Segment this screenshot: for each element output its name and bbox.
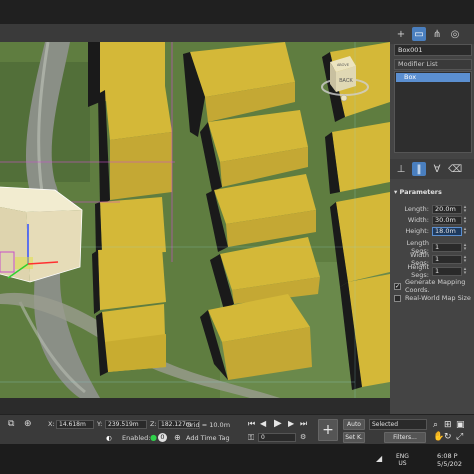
clock-date: 5/5/202: [437, 460, 463, 468]
add-time-tag-button[interactable]: Add Time Tag: [186, 434, 230, 442]
set-key-big-button[interactable]: +: [318, 419, 338, 441]
show-end-result-icon[interactable]: ‖: [412, 162, 426, 176]
perspective-viewport[interactable]: BACK ABOVE: [0, 42, 390, 398]
enabled-status-icon: ●: [150, 433, 157, 442]
length-segs-input[interactable]: 1: [432, 242, 462, 252]
parameters-rollout-header[interactable]: ▾ Parameters: [394, 188, 442, 196]
height-input[interactable]: 18.0m: [432, 226, 462, 236]
length-input[interactable]: 20.0m: [432, 204, 462, 214]
param-height: Height: 18.0m ▴ ▾: [394, 226, 474, 236]
width-input[interactable]: 30.0m: [432, 215, 462, 225]
scene-render: BACK ABOVE: [0, 42, 390, 398]
auto-key-button[interactable]: Auto: [343, 419, 365, 430]
play-icon[interactable]: ▶: [274, 418, 282, 429]
generate-mapping-checkbox[interactable]: ✓ Generate Mapping Coords.: [394, 278, 474, 294]
zoom-icon[interactable]: ⌕: [433, 420, 438, 430]
param-label: Height:: [405, 227, 429, 235]
selected-box[interactable]: [0, 186, 83, 283]
motion-tab-icon[interactable]: ◎: [448, 27, 462, 41]
enabled-key-icon[interactable]: ◐: [106, 434, 112, 442]
key-mode-icon[interactable]: ⚿: [248, 433, 254, 443]
real-world-map-checkbox[interactable]: Real-World Map Size: [394, 293, 474, 303]
spinner-icon[interactable]: ▴ ▾: [462, 215, 468, 225]
viewcube-top-label: ABOVE: [337, 63, 350, 67]
set-key-button[interactable]: Set K.: [343, 432, 365, 443]
time-config-icon[interactable]: ⚙: [300, 433, 306, 441]
x-coordinate-field[interactable]: 14.618m: [56, 420, 94, 429]
filters-button[interactable]: Filters...: [384, 432, 426, 443]
app-window: BACK ABOVE + ▭ ⋔ ◎ Box001 Modifier List …: [0, 0, 474, 474]
rollout-title: Parameters: [399, 188, 442, 196]
lang-code: ENG: [396, 453, 409, 460]
y-coordinate-field[interactable]: 239.519m: [105, 420, 147, 429]
modifier-stack: Box: [394, 71, 472, 153]
make-unique-icon[interactable]: ∀: [430, 162, 444, 176]
object-name-field[interactable]: Box001: [394, 44, 472, 56]
input-language-indicator[interactable]: ENG US: [396, 453, 409, 467]
zoom-extents-icon[interactable]: ▣: [456, 420, 465, 430]
x-label: X:: [48, 420, 55, 428]
key-filter-dropdown[interactable]: Selected: [369, 419, 427, 430]
spinner-icon[interactable]: ▴ ▾: [462, 254, 468, 264]
checkbox-label: Generate Mapping Coords.: [405, 278, 466, 294]
z-label: Z:: [150, 420, 157, 428]
clock-time: 6:08 P: [437, 452, 458, 460]
command-panel: + ▭ ⋔ ◎ Box001 Modifier List Box ⊥ ‖ ∀ ⌫…: [390, 24, 474, 414]
grid-size-readout: Grid = 10.0m: [186, 421, 231, 429]
modifier-stack-item[interactable]: Box: [396, 73, 470, 82]
time-tag-icon[interactable]: ⊕: [174, 433, 181, 442]
orbit-icon[interactable]: ↻: [444, 432, 452, 442]
width-segs-input[interactable]: 1: [432, 254, 462, 264]
create-tab-icon[interactable]: +: [394, 27, 408, 41]
height-segs-input[interactable]: 1: [432, 266, 462, 276]
param-height-segs: Height Segs: 1 ▴ ▾: [394, 263, 474, 279]
region-code: US: [398, 460, 407, 467]
checkbox-label: Real-World Map Size: [405, 294, 471, 302]
command-panel-tabs: + ▭ ⋔ ◎: [390, 24, 474, 44]
next-frame-icon[interactable]: ▶: [288, 419, 294, 428]
building: [325, 122, 390, 194]
building: [96, 304, 166, 376]
lock-selection-icon[interactable]: ⊕: [24, 419, 32, 429]
main-toolbar: [0, 0, 474, 24]
hierarchy-tab-icon[interactable]: ⋔: [430, 27, 444, 41]
maximize-viewport-icon[interactable]: ⤢: [456, 432, 463, 442]
current-frame-field[interactable]: 0: [258, 433, 296, 442]
enabled-count-badge: 0: [158, 433, 167, 442]
modify-tab-icon[interactable]: ▭: [412, 27, 426, 41]
enabled-label: Enabled:: [122, 434, 151, 442]
system-clock[interactable]: 6:08 P 5/5/202: [437, 452, 462, 468]
os-taskbar: ◢ ENG US 6:08 P 5/5/202: [0, 444, 474, 474]
viewcube-face-label: BACK: [339, 78, 353, 84]
param-label: Length:: [404, 205, 429, 213]
building: [330, 192, 390, 287]
spinner-icon[interactable]: ▴ ▾: [462, 242, 468, 252]
remove-modifier-icon[interactable]: ⌫: [448, 162, 462, 176]
param-width: Width: 30.0m ▴ ▾: [394, 215, 474, 225]
maxscript-icon[interactable]: ⧉: [8, 419, 14, 429]
volume-icon[interactable]: ◢: [376, 454, 382, 463]
status-bar: ⧉ ⊕ X: 14.618m Y: 239.519m Z: 182.127m G…: [0, 414, 474, 444]
spinner-icon[interactable]: ▴ ▾: [462, 204, 468, 214]
modifier-list-dropdown[interactable]: Modifier List: [394, 59, 472, 70]
modifier-stack-toolbar: ⊥ ‖ ∀ ⌫: [390, 159, 474, 179]
previous-frame-icon[interactable]: ◀: [260, 419, 266, 428]
pin-stack-icon[interactable]: ⊥: [394, 162, 408, 176]
param-label: Height Segs:: [407, 263, 430, 279]
y-label: Y:: [97, 420, 103, 428]
go-to-end-icon[interactable]: ⏭: [300, 419, 307, 429]
param-length: Length: 20.0m ▴ ▾: [394, 204, 474, 214]
spinner-icon[interactable]: ▴ ▾: [462, 266, 468, 276]
checkbox-unchecked-icon[interactable]: [394, 294, 401, 302]
pan-icon[interactable]: ✋: [433, 432, 444, 442]
zoom-all-icon[interactable]: ⊞: [444, 420, 452, 430]
spinner-icon[interactable]: ▴ ▾: [462, 226, 468, 236]
param-label: Width:: [407, 216, 429, 224]
go-to-start-icon[interactable]: ⏮: [248, 419, 255, 429]
checkbox-checked-icon[interactable]: ✓: [394, 282, 401, 290]
viewport-label-bar: [0, 24, 390, 42]
